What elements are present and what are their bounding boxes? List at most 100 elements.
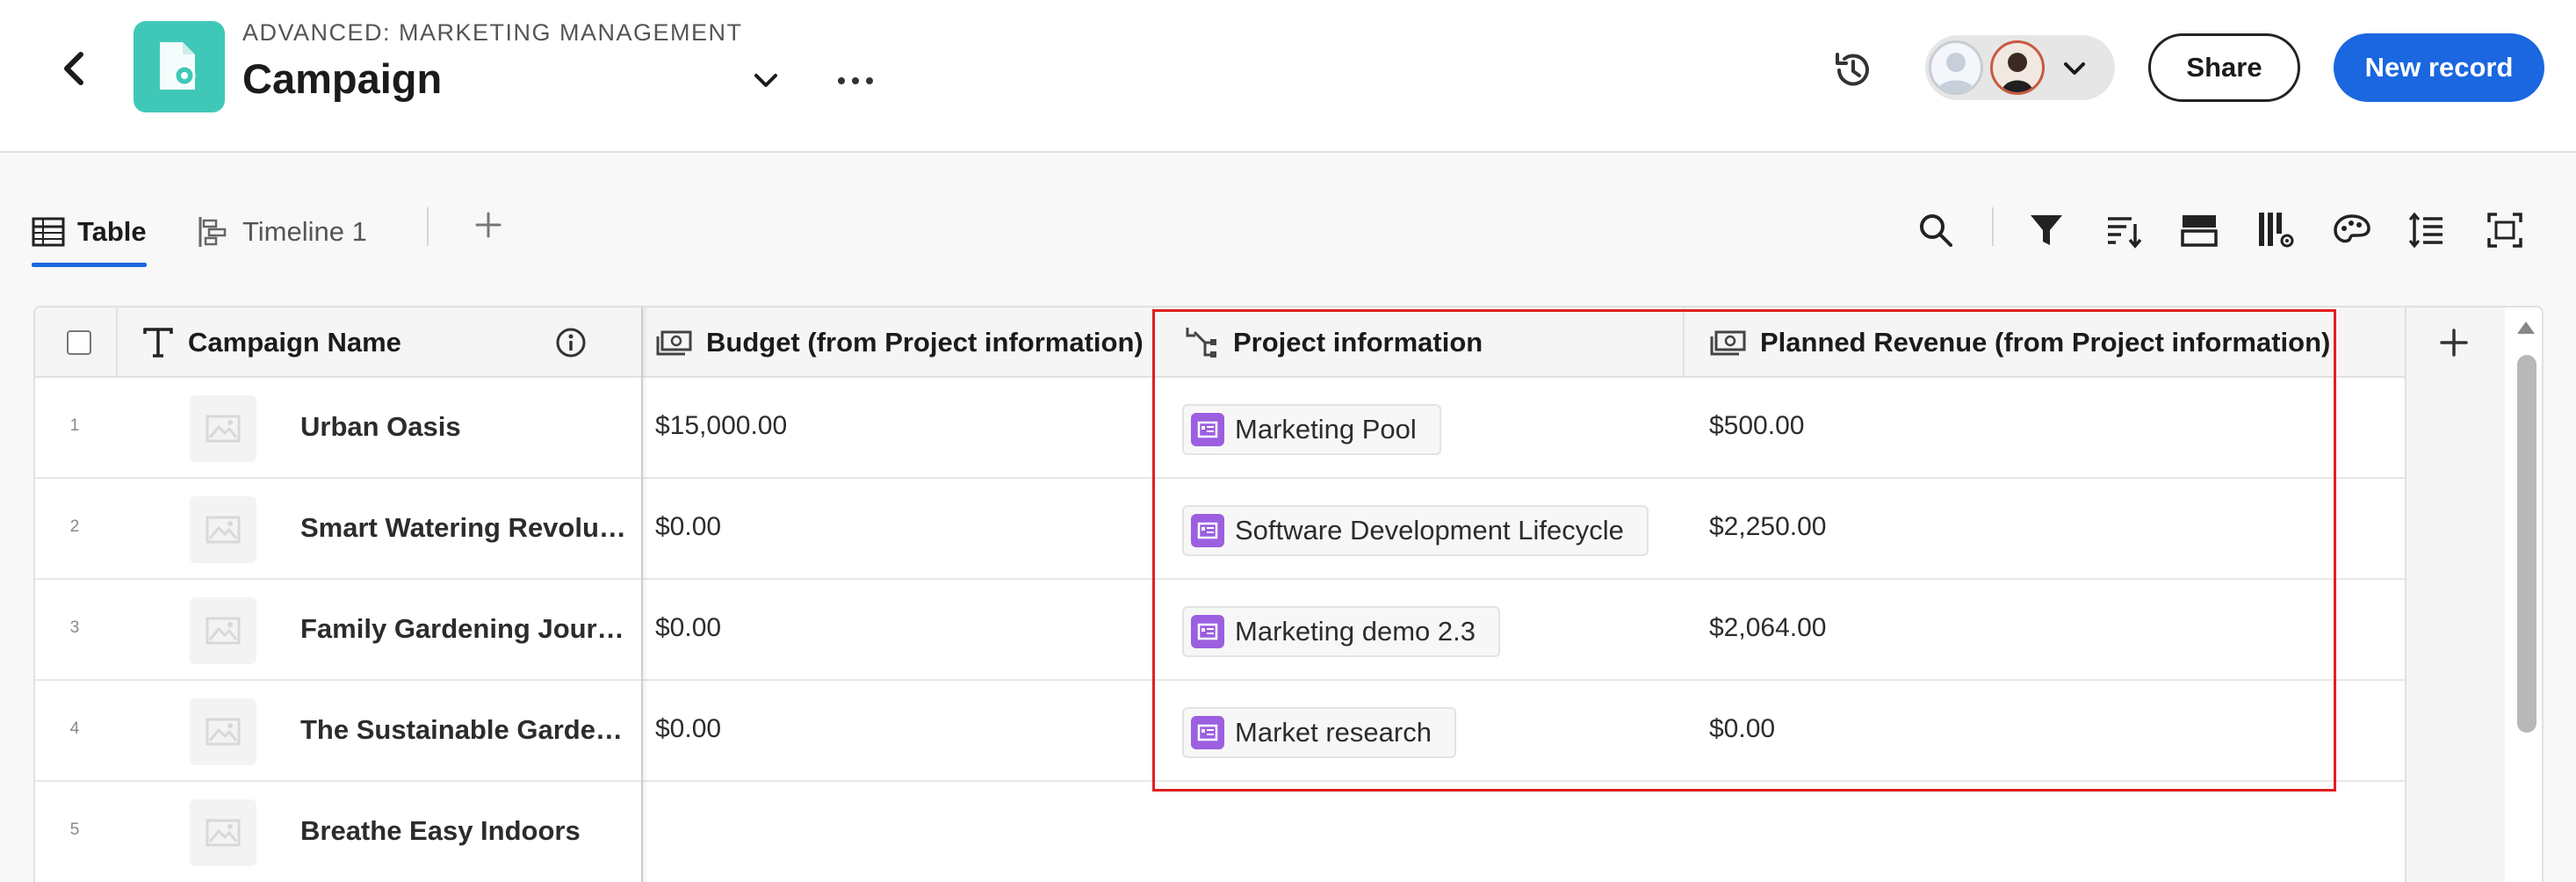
data-table: Campaign Name Budget (from Project infor… <box>33 306 2544 882</box>
row-height-icon <box>2408 212 2443 249</box>
column-header-project-information[interactable]: Project information <box>1184 307 1483 378</box>
text-type-icon <box>143 328 173 358</box>
plus-icon <box>2440 329 2468 357</box>
column-label: Campaign Name <box>188 327 401 358</box>
chip-label: Software Development Lifecycle <box>1235 515 1624 546</box>
image-placeholder-icon[interactable] <box>190 799 256 866</box>
table-row[interactable]: 1 Urban Oasis $15,000.00 Marketing Pool … <box>35 378 2406 479</box>
sort-button[interactable] <box>2101 207 2147 253</box>
app-header: ADVANCED: MARKETING MANAGEMENT Campaign … <box>0 0 2576 153</box>
project-chip[interactable]: Marketing Pool <box>1182 404 1441 455</box>
row-height-button[interactable] <box>2403 207 2449 253</box>
column-header-budget[interactable]: Budget (from Project information) <box>655 307 1144 378</box>
group-icon <box>2181 215 2218 247</box>
add-view-button[interactable] <box>471 207 506 242</box>
project-chip[interactable]: Marketing demo 2.3 <box>1182 606 1500 657</box>
row-number: 1 <box>69 416 80 435</box>
view-toolbar: Table Timeline 1 <box>0 155 2576 304</box>
image-placeholder-icon[interactable] <box>190 496 256 563</box>
sort-icon <box>2108 217 2142 249</box>
filter-button[interactable] <box>2024 207 2069 253</box>
collaborators-menu[interactable] <box>1925 35 2115 100</box>
revenue-cell[interactable]: $2,064.00 <box>1709 613 1826 643</box>
new-record-button[interactable]: New record <box>2334 33 2544 102</box>
tab-timeline[interactable]: Timeline 1 <box>197 207 367 257</box>
page-title: Campaign <box>242 55 443 102</box>
user-placeholder-icon <box>1937 53 1975 92</box>
timeline-icon <box>198 217 227 247</box>
table-icon <box>32 217 65 247</box>
chip-label: Marketing demo 2.3 <box>1235 616 1476 647</box>
column-info-button[interactable] <box>555 307 587 378</box>
revenue-cell[interactable]: $2,250.00 <box>1709 512 1826 542</box>
row-number: 4 <box>69 719 80 738</box>
currency-icon <box>656 330 692 356</box>
fullscreen-icon <box>2487 213 2522 248</box>
group-button[interactable] <box>2176 207 2222 253</box>
divider <box>1992 207 1994 246</box>
select-all-checkbox[interactable] <box>67 330 91 355</box>
color-button[interactable] <box>2329 207 2375 253</box>
history-icon <box>1836 53 1869 86</box>
revenue-cell[interactable]: $500.00 <box>1709 411 1804 441</box>
row-number: 5 <box>69 821 80 839</box>
tab-label: Timeline 1 <box>242 216 367 247</box>
record-icon <box>1191 615 1224 648</box>
tab-table[interactable]: Table <box>32 207 147 267</box>
fields-button[interactable] <box>2254 207 2299 253</box>
divider <box>1152 307 1154 378</box>
campaign-name-cell[interactable]: Breathe Easy Indoors <box>300 815 652 847</box>
budget-cell[interactable]: $0.00 <box>655 613 721 643</box>
table-row[interactable]: 2 Smart Watering Revolu… $0.00 Software … <box>35 479 2406 580</box>
campaign-name-cell[interactable]: Smart Watering Revolu… <box>300 512 643 544</box>
back-button[interactable] <box>54 42 93 95</box>
workspace-label: ADVANCED: MARKETING MANAGEMENT <box>242 19 743 46</box>
connection-icon <box>1186 328 1216 358</box>
chip-label: Marketing Pool <box>1235 414 1417 445</box>
history-button[interactable] <box>1829 46 1878 95</box>
project-chip[interactable]: Market research <box>1182 707 1456 758</box>
fields-icon <box>2259 213 2294 248</box>
title-dropdown-button[interactable] <box>748 63 783 98</box>
add-column-area <box>2405 307 2505 882</box>
more-options-button[interactable] <box>833 63 878 98</box>
palette-icon <box>2334 214 2370 243</box>
table-row[interactable]: 4 The Sustainable Garde… $0.00 Market re… <box>35 681 2406 782</box>
info-icon <box>556 328 586 358</box>
column-label: Project information <box>1233 327 1483 358</box>
image-placeholder-icon[interactable] <box>190 395 256 462</box>
search-button[interactable] <box>1913 207 1959 253</box>
campaign-name-cell[interactable]: Urban Oasis <box>300 411 652 443</box>
row-number: 3 <box>69 618 80 637</box>
column-label: Budget (from Project information) <box>706 327 1144 358</box>
record-icon <box>1191 514 1224 547</box>
currency-icon <box>1710 330 1746 356</box>
campaign-name-cell[interactable]: Family Gardening Jour… <box>300 613 643 645</box>
share-button[interactable]: Share <box>2148 33 2300 102</box>
scroll-up-arrow-icon[interactable] <box>2515 318 2536 336</box>
add-column-button[interactable] <box>2435 323 2473 362</box>
budget-cell[interactable]: $0.00 <box>655 714 721 744</box>
column-header-planned-revenue[interactable]: Planned Revenue (from Project informatio… <box>1709 307 2330 378</box>
user-photo-icon <box>1993 43 2042 92</box>
chip-label: Market research <box>1235 717 1432 748</box>
image-placeholder-icon[interactable] <box>190 597 256 664</box>
table-row[interactable]: 5 Breathe Easy Indoors <box>35 782 2406 882</box>
revenue-cell[interactable]: $0.00 <box>1709 714 1775 744</box>
record-icon <box>1191 413 1224 446</box>
frozen-column-shadow <box>641 307 648 882</box>
budget-cell[interactable]: $15,000.00 <box>655 411 787 441</box>
project-chip[interactable]: Software Development Lifecycle <box>1182 505 1649 556</box>
budget-cell[interactable]: $0.00 <box>655 512 721 542</box>
avatar <box>1990 40 2045 95</box>
document-gear-icon <box>160 42 196 90</box>
campaign-name-cell[interactable]: The Sustainable Garde… <box>300 714 643 746</box>
search-icon <box>1920 214 1952 247</box>
column-header-campaign-name[interactable]: Campaign Name <box>142 307 401 378</box>
record-icon <box>1191 716 1224 749</box>
scrollbar-thumb[interactable] <box>2517 355 2536 733</box>
fullscreen-button[interactable] <box>2482 207 2528 253</box>
table-row[interactable]: 3 Family Gardening Jour… $0.00 Marketing… <box>35 580 2406 681</box>
row-number: 2 <box>69 517 80 536</box>
image-placeholder-icon[interactable] <box>190 698 256 765</box>
